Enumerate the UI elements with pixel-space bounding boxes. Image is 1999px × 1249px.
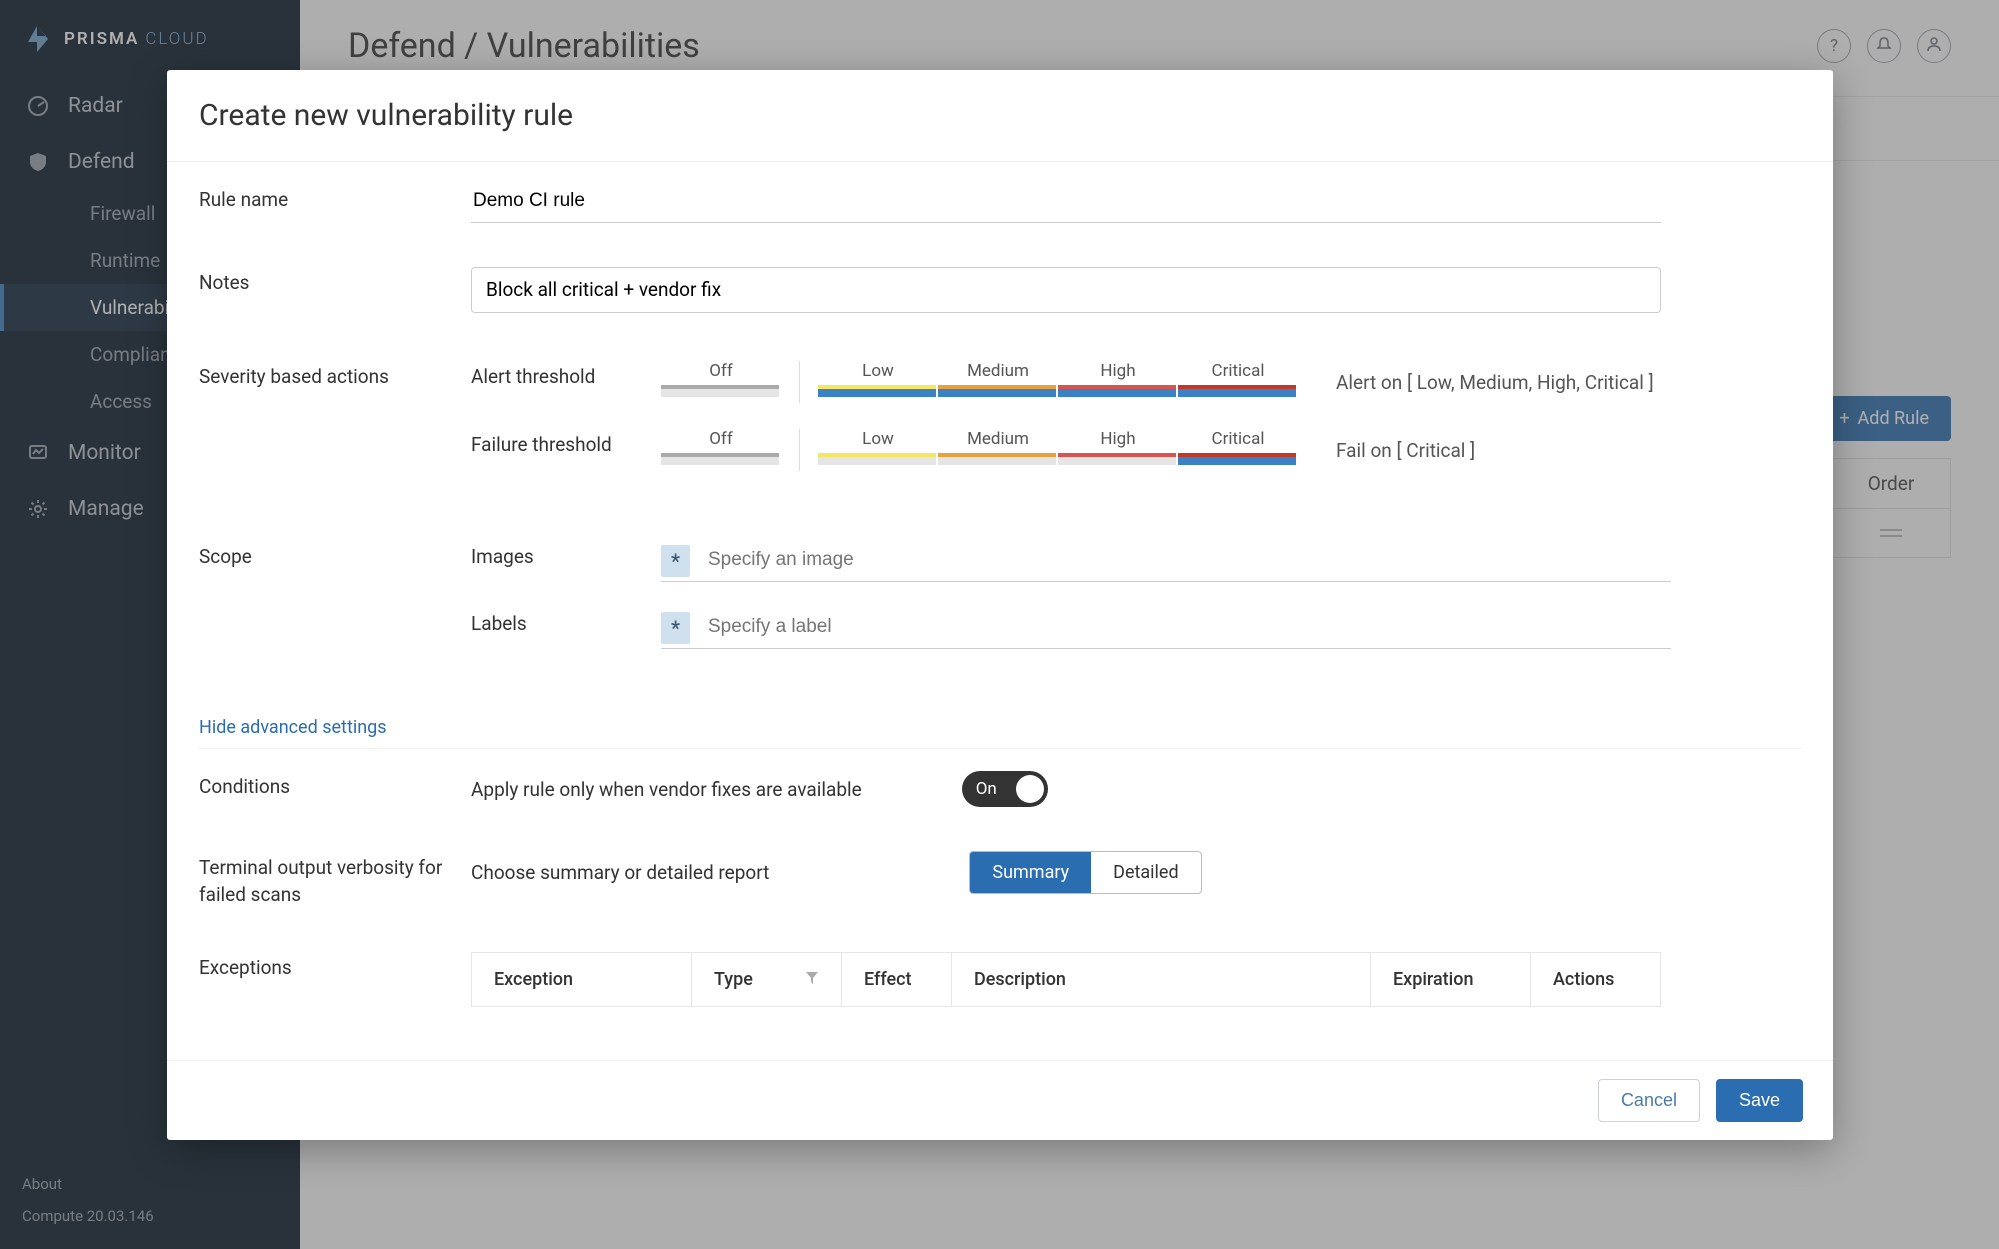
filter-icon[interactable]: [805, 969, 819, 990]
create-rule-modal: Create new vulnerability rule Rule name …: [167, 70, 1833, 1140]
sev-low: Low: [818, 429, 938, 449]
sev-high: High: [1058, 429, 1178, 449]
pill-summary[interactable]: Summary: [970, 852, 1091, 893]
sev-med: Medium: [938, 361, 1058, 381]
failure-threshold-label: Failure threshold: [471, 429, 661, 456]
alert-threshold-label: Alert threshold: [471, 361, 661, 388]
severity-slider-alert-levels[interactable]: Low Medium High Critical: [818, 361, 1298, 403]
labels-input-container: *: [661, 608, 1671, 649]
verbosity-label: Terminal output verbosity for failed sca…: [199, 851, 471, 908]
sev-med: Medium: [938, 429, 1058, 449]
exceptions-table: Exception Type Effect Description Expira…: [471, 952, 1661, 1007]
labels-label: Labels: [471, 608, 661, 635]
verbosity-pill-group: Summary Detailed: [969, 851, 1201, 894]
col-description: Description: [952, 953, 1371, 1007]
severity-label: Severity based actions: [199, 361, 471, 388]
conditions-desc: Apply rule only when vendor fixes are av…: [471, 778, 862, 801]
rule-name-input[interactable]: [471, 184, 1661, 223]
sev-low: Low: [818, 361, 938, 381]
advanced-settings-toggle[interactable]: Hide advanced settings: [199, 697, 1801, 749]
severity-slider-fail-levels[interactable]: Low Medium High Critical: [818, 429, 1298, 471]
sev-high: High: [1058, 361, 1178, 381]
save-button[interactable]: Save: [1716, 1079, 1803, 1122]
col-exception: Exception: [472, 953, 692, 1007]
sev-off: Off: [661, 429, 781, 449]
col-type: Type: [692, 953, 842, 1007]
images-input-container: *: [661, 541, 1671, 582]
notes-textarea[interactable]: Block all critical + vendor fix: [471, 267, 1661, 313]
wildcard-tag[interactable]: *: [661, 612, 690, 644]
fail-summary-text: Fail on [ Critical ]: [1336, 429, 1475, 471]
col-effect: Effect: [842, 953, 952, 1007]
wildcard-tag[interactable]: *: [661, 545, 690, 577]
sev-crit: Critical: [1178, 361, 1298, 381]
images-label: Images: [471, 541, 661, 568]
sev-crit: Critical: [1178, 429, 1298, 449]
col-actions: Actions: [1531, 953, 1661, 1007]
rule-name-label: Rule name: [199, 184, 471, 211]
sev-off: Off: [661, 361, 781, 381]
cancel-button[interactable]: Cancel: [1598, 1079, 1700, 1122]
alert-summary-text: Alert on [ Low, Medium, High, Critical ]: [1336, 361, 1654, 403]
images-input[interactable]: [708, 541, 1671, 581]
verbosity-desc: Choose summary or detailed report: [471, 861, 769, 884]
severity-slider-fail[interactable]: Off: [661, 429, 781, 471]
pill-detailed[interactable]: Detailed: [1091, 852, 1201, 893]
labels-input[interactable]: [708, 608, 1671, 648]
scope-label: Scope: [199, 541, 471, 568]
severity-slider-alert[interactable]: Off: [661, 361, 781, 403]
conditions-label: Conditions: [199, 771, 471, 798]
vendor-fix-toggle[interactable]: On: [962, 771, 1048, 807]
notes-label: Notes: [199, 267, 471, 294]
col-expiration: Expiration: [1371, 953, 1531, 1007]
toggle-label: On: [976, 779, 997, 799]
modal-title: Create new vulnerability rule: [199, 98, 1801, 133]
exceptions-label: Exceptions: [199, 952, 471, 979]
